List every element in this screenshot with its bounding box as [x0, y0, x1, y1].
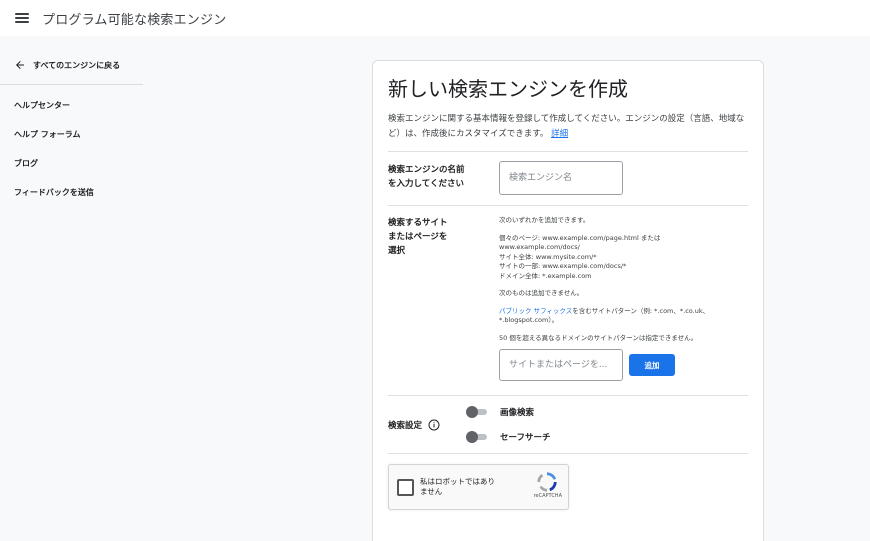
- safe-search-label: セーフサーチ: [500, 433, 551, 443]
- search-settings-label: 検索設定: [388, 406, 466, 443]
- sidebar-item-help-center[interactable]: ヘルプセンター: [0, 91, 143, 120]
- recaptcha-widget: 私はロボットではあり ません reCAPTCHA: [388, 464, 569, 510]
- recaptcha-checkbox[interactable]: [397, 479, 414, 496]
- image-search-toggle[interactable]: [466, 406, 488, 418]
- site-input[interactable]: [499, 349, 623, 381]
- sites-label: 検索するサイト またはページを 選択: [388, 218, 448, 256]
- safe-search-toggle[interactable]: [466, 431, 488, 443]
- learn-more-link[interactable]: 詳細: [551, 129, 568, 139]
- top-app-bar: プログラム可能な検索エンジン: [0, 0, 870, 36]
- app-title: プログラム可能な検索エンジン: [42, 12, 227, 28]
- engine-name-input[interactable]: [499, 161, 623, 195]
- arrow-back-icon: [16, 61, 24, 69]
- image-search-label: 画像検索: [500, 408, 535, 418]
- create-engine-card: 新しい検索エンジンを作成 検索エンジンに関する基本情報を登録して作成してください…: [372, 60, 764, 541]
- section-divider: [388, 453, 748, 454]
- public-suffix-link[interactable]: パブリック サフィックス: [499, 307, 572, 315]
- back-link-label: すべてのエンジンに戻る: [33, 60, 121, 70]
- image-search-setting: 画像検索: [466, 406, 748, 418]
- page-title: 新しい検索エンジンを作成: [388, 77, 628, 101]
- search-settings-section: 検索設定 画像検索 セーフサーチ: [388, 396, 748, 453]
- engine-name-section: 検索エンジンの名前 を入力してください: [388, 152, 748, 205]
- info-icon[interactable]: [428, 419, 440, 431]
- suffix-note-cont: *.blogspot.com）。: [499, 316, 559, 324]
- recaptcha-brand: reCAPTCHA: [533, 493, 562, 499]
- sidebar-item-help-forum[interactable]: ヘルプ フォーラム: [0, 120, 143, 149]
- suffix-note: パブリック サフィックスを含むサイトパターン（例: *.com、*.co.uk、: [499, 306, 710, 315]
- add-site-button[interactable]: 追加: [629, 354, 675, 376]
- back-to-all-engines-link[interactable]: すべてのエンジンに戻る: [0, 50, 143, 80]
- example-line: サイトの一部: www.example.com/docs/*: [499, 262, 627, 270]
- safe-search-setting: セーフサーチ: [466, 431, 748, 443]
- can-add-text: 次のいずれかを追加できます。: [499, 216, 590, 224]
- sidebar: すべてのエンジンに戻る ヘルプセンター ヘルプ フォーラム ブログ フィードバッ…: [0, 50, 143, 207]
- limit-note: 50 個を超える異なるドメインのサイトパターンは指定できません。: [499, 333, 698, 342]
- sidebar-divider: [0, 84, 143, 85]
- example-line: 個々のページ: www.example.com/page.html または: [499, 233, 661, 242]
- example-line: ドメイン全体: *.example.com: [499, 271, 592, 280]
- sites-section: 検索するサイト またはページを 選択 次のいずれかを追加できます。 個々のページ…: [388, 206, 748, 395]
- sidebar-item-blog[interactable]: ブログ: [0, 149, 143, 178]
- recaptcha-label: 私はロボットではあり ません: [420, 477, 495, 496]
- recaptcha-logo-icon: [537, 472, 557, 492]
- sidebar-item-send-feedback[interactable]: フィードバックを送信: [0, 178, 143, 207]
- menu-icon[interactable]: [15, 13, 29, 23]
- engine-name-label: 検索エンジンの名前 を入力してください: [388, 165, 465, 189]
- example-line: サイト全体: www.mysite.com/*: [499, 252, 597, 261]
- example-line: www.example.com/docs/: [499, 243, 580, 251]
- cannot-add-text: 次のものは追加できません。: [499, 289, 584, 297]
- page-description: 検索エンジンに関する基本情報を登録して作成してください。エンジンの設定（言語、地…: [388, 112, 748, 142]
